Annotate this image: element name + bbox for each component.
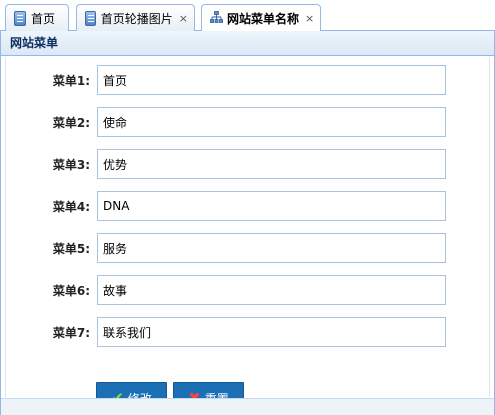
form-row-menu-5: 菜单5:	[6, 233, 489, 263]
tab-carousel-images[interactable]: 首页轮播图片 ×	[76, 4, 195, 31]
field-label: 菜单2:	[52, 116, 90, 130]
field-label: 菜单7:	[52, 326, 90, 340]
form-row-menu-3: 菜单3:	[6, 149, 489, 179]
tab-label: 首页轮播图片	[100, 11, 173, 26]
menu-7-input[interactable]	[97, 317, 446, 347]
form-row-menu-6: 菜单6:	[6, 275, 489, 305]
menu-4-input[interactable]	[97, 191, 446, 221]
menu-3-input[interactable]	[97, 149, 446, 179]
tab-strip: 首页 首页轮播图片 × 网站菜单名称 ×	[0, 0, 495, 32]
field-label: 菜单1:	[52, 74, 90, 88]
form-row-menu-4: 菜单4:	[6, 191, 489, 221]
form-row-menu-2: 菜单2:	[6, 107, 489, 137]
form-row-menu-1: 菜单1:	[6, 65, 489, 95]
field-label: 菜单3:	[52, 158, 90, 172]
panel-title: 网站菜单	[1, 31, 494, 56]
menu-panel: 网站菜单 菜单1: 菜单2: 菜单3: 菜单4: 菜单5: 菜单6: 菜单7:	[0, 31, 495, 415]
sitemap-icon	[210, 11, 223, 26]
tab-site-menu-names[interactable]: 网站菜单名称 ×	[201, 4, 321, 32]
field-label: 菜单6:	[52, 284, 90, 298]
form-row-menu-7: 菜单7:	[6, 317, 489, 347]
close-icon[interactable]: ×	[305, 12, 314, 25]
menu-form: 菜单1: 菜单2: 菜单3: 菜单4: 菜单5: 菜单6: 菜单7: ✔	[5, 57, 490, 414]
menu-6-input[interactable]	[97, 275, 446, 305]
tab-home[interactable]: 首页	[5, 4, 69, 31]
field-label: 菜单4:	[52, 200, 90, 214]
menu-5-input[interactable]	[97, 233, 446, 263]
document-icon	[14, 10, 26, 26]
menu-2-input[interactable]	[97, 107, 446, 137]
tab-label: 首页	[31, 11, 56, 26]
menu-1-input[interactable]	[97, 65, 446, 95]
close-icon[interactable]: ×	[179, 12, 188, 25]
document-icon	[85, 10, 96, 26]
tab-label: 网站菜单名称	[227, 12, 300, 26]
panel-footer	[1, 398, 494, 415]
field-label: 菜单5:	[52, 242, 90, 256]
